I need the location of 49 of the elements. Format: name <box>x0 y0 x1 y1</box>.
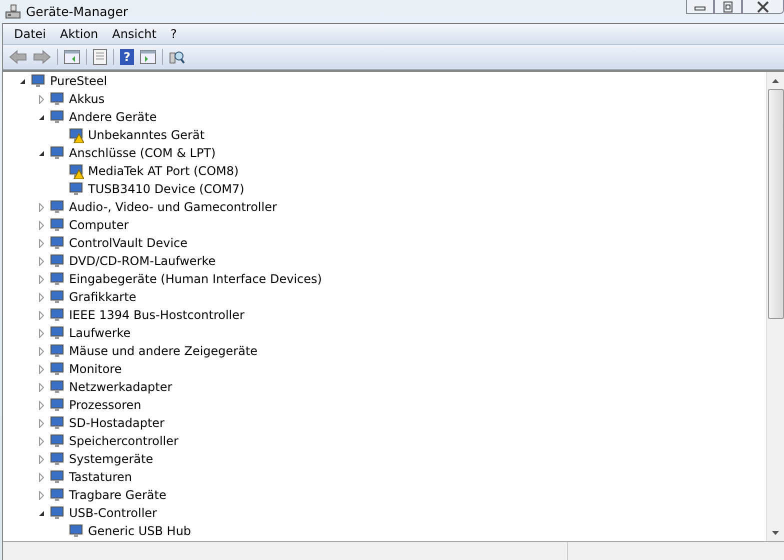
device-manager-icon <box>5 4 21 20</box>
tree-item[interactable]: DVD/CD-ROM-Laufwerke <box>69 254 216 268</box>
expander-icon[interactable] <box>38 112 44 122</box>
forward-arrow-icon[interactable] <box>33 50 51 64</box>
tree-item[interactable]: MediaTek AT Port (COM8) <box>88 164 239 178</box>
tree-item[interactable]: Laufwerke <box>69 326 131 340</box>
tree-item[interactable]: Akkus <box>69 92 105 106</box>
maximize-button[interactable] <box>714 0 742 14</box>
tree-item[interactable]: PureSteel <box>50 74 108 88</box>
tree-item[interactable]: IEEE 1394 Bus-Hostcontroller <box>69 308 244 322</box>
tree-item[interactable]: Generic USB Hub <box>88 524 192 538</box>
tree-item[interactable]: Tastaturen <box>69 470 132 484</box>
back-arrow-icon[interactable] <box>9 50 27 64</box>
close-icon <box>756 0 770 12</box>
menu-item[interactable]: Aktion <box>53 27 106 41</box>
properties-icon[interactable] <box>93 49 107 65</box>
tree-item[interactable]: Grafikkarte <box>69 290 136 304</box>
tree-item[interactable]: Netzwerkadapter <box>69 380 172 394</box>
close-button[interactable] <box>742 0 784 14</box>
tree-item[interactable]: TUSB3410 Device (COM7) <box>88 182 244 196</box>
pane-icon[interactable] <box>140 50 156 64</box>
tree-item[interactable]: Audio-, Video- und Gamecontroller <box>69 200 277 214</box>
tree-item[interactable]: Mäuse und andere Zeigegeräte <box>69 344 258 358</box>
tree-item[interactable]: USB-Controller <box>69 506 157 520</box>
tree-item[interactable]: Computer <box>69 218 129 232</box>
tree-item[interactable]: Unbekanntes Gerät <box>88 128 205 142</box>
help-button[interactable]: ? <box>120 49 134 65</box>
expander-icon[interactable] <box>38 508 44 518</box>
expander-icon[interactable] <box>18 76 26 86</box>
menu-item[interactable]: Ansicht <box>105 27 164 41</box>
menu-item[interactable]: ? <box>163 27 184 41</box>
tree-item[interactable]: Monitore <box>69 362 122 376</box>
restore-icon <box>722 0 734 12</box>
tree-item[interactable]: Speichercontroller <box>69 434 178 448</box>
tree-item[interactable]: Anschlüsse (COM & LPT) <box>69 146 216 160</box>
tree-item[interactable]: Tragbare Geräte <box>69 488 166 502</box>
window-title: Geräte-Manager <box>26 4 128 19</box>
pane-icon[interactable] <box>64 50 80 64</box>
expander-icon[interactable] <box>38 148 44 158</box>
tree-item[interactable]: Systemgeräte <box>69 452 154 466</box>
menu-item[interactable]: Datei <box>7 27 54 41</box>
tree-item[interactable]: ControlVault Device <box>69 236 188 250</box>
tree-item[interactable]: Eingabegeräte (Human Interface Devices) <box>69 272 322 286</box>
tree-item[interactable]: SD-Hostadapter <box>69 416 164 430</box>
scan-hardware-icon[interactable] <box>169 49 185 65</box>
scrollbar-thumb[interactable] <box>768 89 784 319</box>
tree-item[interactable]: Andere Geräte <box>69 110 157 124</box>
tree-item[interactable]: Prozessoren <box>69 398 142 412</box>
minimize-button[interactable] <box>686 0 714 14</box>
